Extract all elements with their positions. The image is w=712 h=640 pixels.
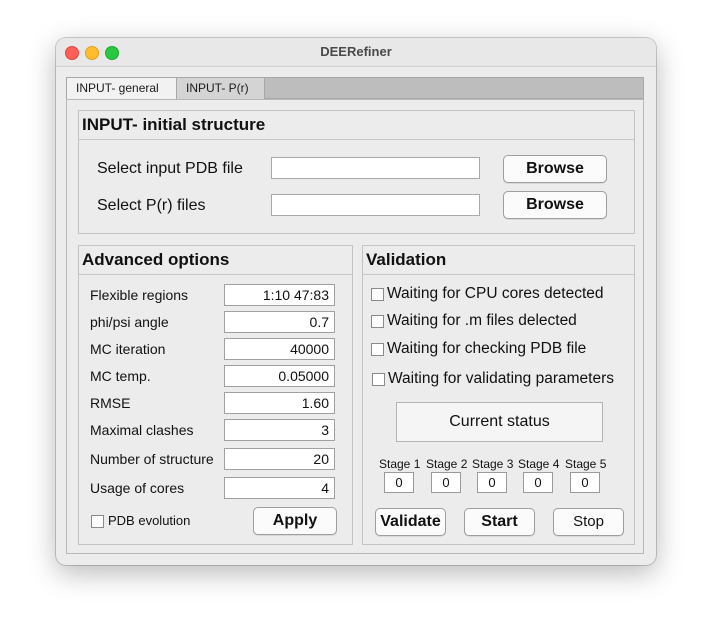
cpu-cores-label: Waiting for CPU cores detected bbox=[387, 285, 604, 302]
number-of-structure-label: Number of structure bbox=[90, 451, 214, 467]
stage-5-value[interactable]: 0 bbox=[570, 472, 600, 493]
phi-psi-angle-input[interactable]: 0.7 bbox=[224, 311, 335, 333]
stage-2-value[interactable]: 0 bbox=[431, 472, 461, 493]
pdb-file-label: Select input PDB file bbox=[97, 160, 243, 177]
panel-divider bbox=[363, 274, 634, 275]
rmse-label: RMSE bbox=[90, 395, 131, 411]
mc-temp-input[interactable]: 0.05000 bbox=[224, 365, 335, 387]
pdb-file-field[interactable] bbox=[271, 157, 480, 179]
cpu-cores-checkbox[interactable] bbox=[371, 288, 384, 301]
tab-content: INPUT- initial structure Select input PD… bbox=[66, 99, 644, 554]
validation-title: Validation bbox=[366, 250, 447, 269]
stage-5-label: Stage 5 bbox=[565, 457, 607, 471]
pdb-check-checkbox[interactable] bbox=[371, 343, 384, 356]
validating-parameters-label: Waiting for validating parameters bbox=[388, 370, 614, 387]
m-files-checkbox[interactable] bbox=[371, 315, 384, 328]
flexible-regions-label: Flexible regions bbox=[90, 287, 189, 303]
maximal-clashes-label: Maximal clashes bbox=[90, 422, 194, 438]
phi-psi-angle-label: phi/psi angle bbox=[90, 314, 169, 330]
stage-3-label: Stage 3 bbox=[472, 457, 514, 471]
usage-of-cores-input[interactable]: 4 bbox=[224, 477, 335, 499]
panel-divider bbox=[79, 274, 352, 275]
window-title: DEERefiner bbox=[320, 44, 392, 59]
browse-pdb-button[interactable]: Browse bbox=[503, 155, 607, 183]
stage-1-label: Stage 1 bbox=[379, 457, 421, 471]
tab-input-general[interactable]: INPUT- general bbox=[67, 78, 177, 100]
stage-4-value[interactable]: 0 bbox=[523, 472, 553, 493]
pdb-check-label: Waiting for checking PDB file bbox=[387, 340, 587, 357]
input-structure-panel: INPUT- initial structure Select input PD… bbox=[78, 110, 635, 234]
input-panel-title: INPUT- initial structure bbox=[82, 115, 266, 134]
mc-iteration-label: MC iteration bbox=[90, 341, 166, 357]
validate-button[interactable]: Validate bbox=[375, 508, 446, 536]
validating-parameters-checkbox[interactable] bbox=[372, 373, 385, 386]
validation-panel: Validation Waiting for CPU cores detecte… bbox=[362, 245, 635, 545]
tab-input-pr[interactable]: INPUT- P(r) bbox=[177, 78, 265, 100]
mc-temp-label: MC temp. bbox=[90, 368, 151, 384]
panel-divider bbox=[79, 139, 634, 140]
pr-files-label: Select P(r) files bbox=[97, 197, 206, 214]
app-window: DEERefiner INPUT- general INPUT- P(r) IN… bbox=[56, 38, 656, 565]
flexible-regions-input[interactable]: 1:10 47:83 bbox=[224, 284, 335, 306]
stop-button[interactable]: Stop bbox=[553, 508, 624, 536]
stage-1-value[interactable]: 0 bbox=[384, 472, 414, 493]
rmse-input[interactable]: 1.60 bbox=[224, 392, 335, 414]
browse-pr-button[interactable]: Browse bbox=[503, 191, 607, 219]
stage-4-label: Stage 4 bbox=[518, 457, 560, 471]
current-status-display: Current status bbox=[396, 402, 603, 442]
usage-of-cores-label: Usage of cores bbox=[90, 480, 185, 496]
pdb-evolution-checkbox[interactable] bbox=[91, 515, 104, 528]
tab-bar: INPUT- general INPUT- P(r) bbox=[66, 77, 644, 100]
m-files-label: Waiting for .m files delected bbox=[387, 312, 577, 329]
apply-button[interactable]: Apply bbox=[253, 507, 337, 535]
advanced-options-title: Advanced options bbox=[82, 250, 230, 269]
number-of-structure-input[interactable]: 20 bbox=[224, 448, 335, 470]
stage-2-label: Stage 2 bbox=[426, 457, 468, 471]
stage-3-value[interactable]: 0 bbox=[477, 472, 507, 493]
pr-files-field[interactable] bbox=[271, 194, 480, 216]
maximal-clashes-input[interactable]: 3 bbox=[224, 419, 335, 441]
mc-iteration-input[interactable]: 40000 bbox=[224, 338, 335, 360]
title-bar[interactable]: DEERefiner bbox=[56, 38, 656, 67]
pdb-evolution-label: PDB evolution bbox=[108, 513, 191, 528]
advanced-options-panel: Advanced options Flexible regions 1:10 4… bbox=[78, 245, 353, 545]
start-button[interactable]: Start bbox=[464, 508, 535, 536]
